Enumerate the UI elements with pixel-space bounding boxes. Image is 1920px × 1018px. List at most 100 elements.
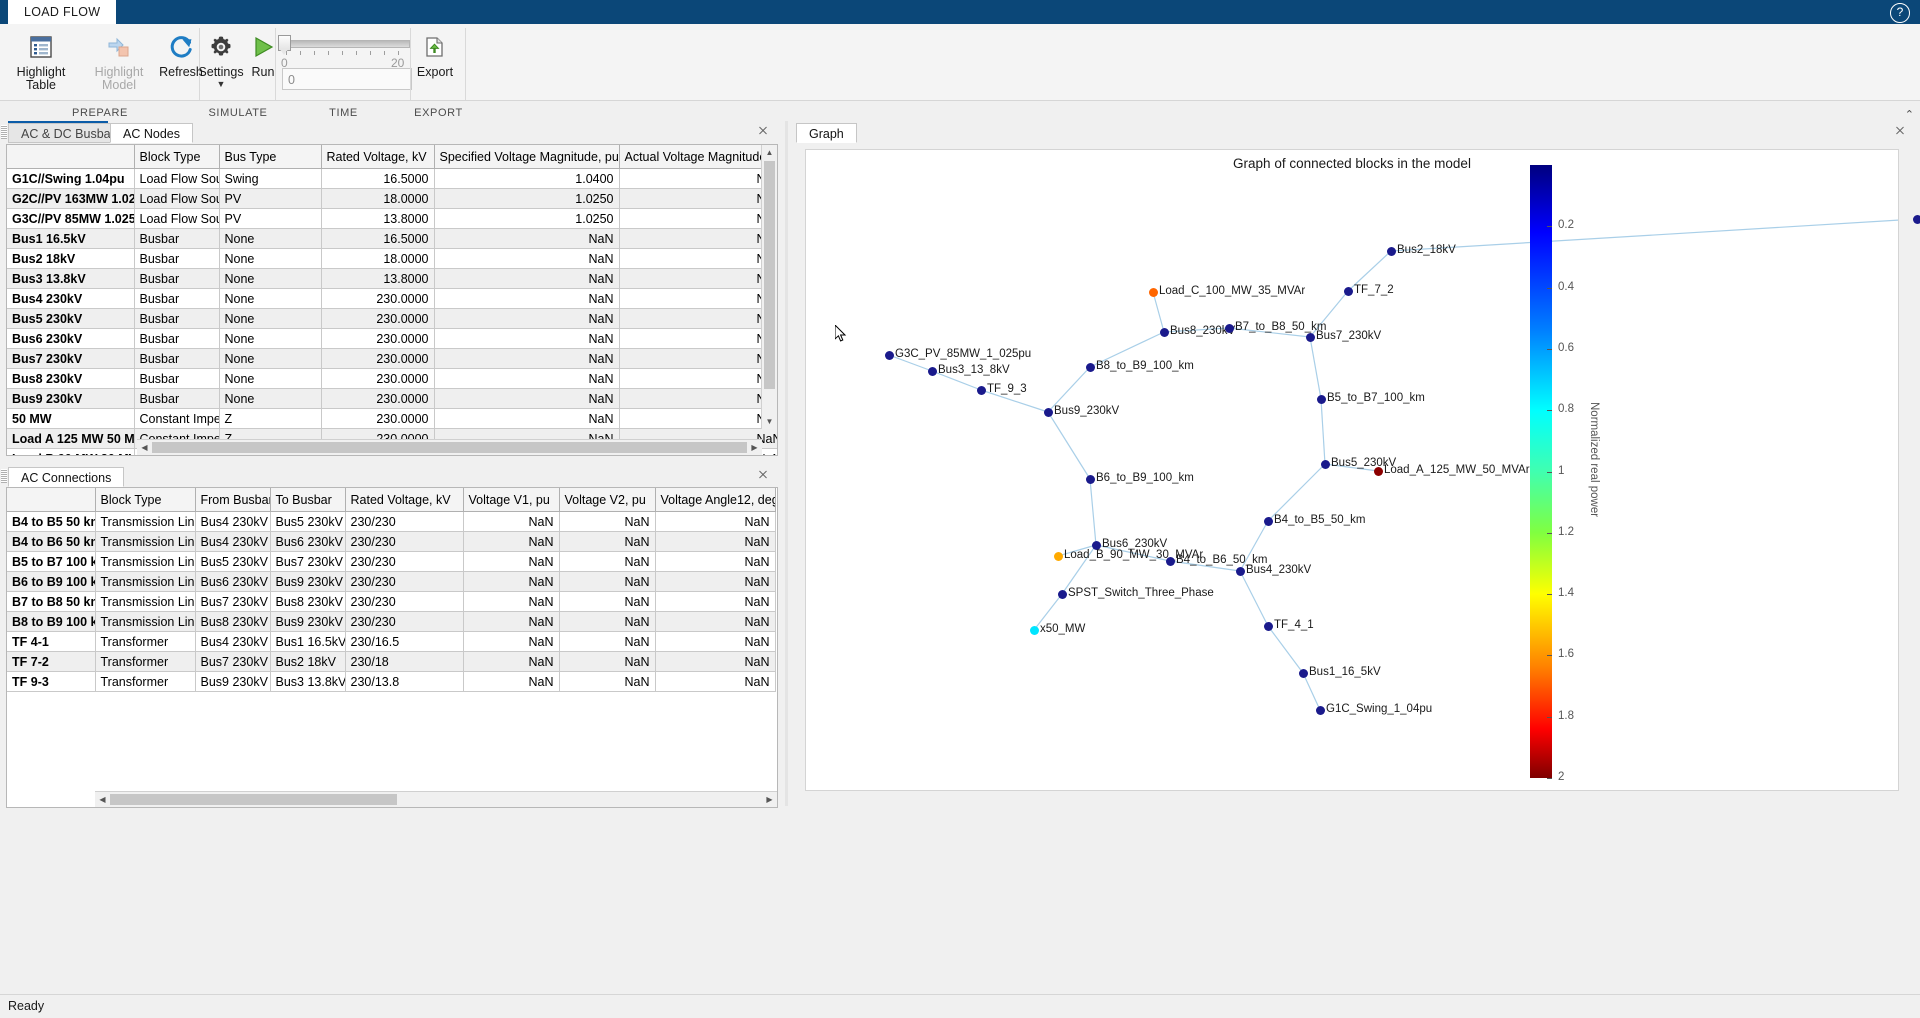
- highlight-table-button[interactable]: Highlight Table: [2, 28, 80, 96]
- column-header[interactable]: Specified Voltage Magnitude, pu: [434, 145, 619, 169]
- table-cell[interactable]: Busbar: [134, 229, 219, 249]
- table-cell[interactable]: Bus8 230kV: [270, 592, 345, 612]
- table-cell[interactable]: 230/16.5: [345, 632, 463, 652]
- table-cell[interactable]: NaN: [463, 632, 559, 652]
- column-header[interactable]: Block Type: [95, 488, 195, 512]
- table-cell[interactable]: Load Flow Source: [134, 189, 219, 209]
- table-cell[interactable]: Load Flow Source: [134, 169, 219, 189]
- table-row[interactable]: Bus4 230kVBusbarNone230.0000NaNNaN: [7, 289, 778, 309]
- close-ac-connections-panel-icon[interactable]: [757, 469, 769, 481]
- table-cell[interactable]: Bus9 230kV: [195, 672, 270, 692]
- table-cell[interactable]: Busbar: [134, 389, 219, 409]
- table-cell[interactable]: NaN: [619, 269, 778, 289]
- table-cell[interactable]: Bus5 230kV: [195, 552, 270, 572]
- graph-node[interactable]: [1166, 557, 1175, 566]
- table-cell[interactable]: NaN: [559, 672, 655, 692]
- graph-node[interactable]: [1236, 567, 1245, 576]
- table-cell[interactable]: NaN: [434, 369, 619, 389]
- table-cell[interactable]: None: [219, 309, 321, 329]
- scroll-right-icon[interactable]: ▶: [747, 440, 762, 455]
- table-cell[interactable]: Bus2 18kV: [270, 652, 345, 672]
- table-cell[interactable]: NaN: [559, 532, 655, 552]
- table-cell[interactable]: None: [219, 229, 321, 249]
- table-cell[interactable]: NaN: [434, 309, 619, 329]
- table-cell[interactable]: NaN: [619, 389, 778, 409]
- table-cell[interactable]: NaN: [559, 652, 655, 672]
- table-cell[interactable]: NaN: [655, 652, 775, 672]
- table-cell[interactable]: Transmission Line: [95, 512, 195, 532]
- table-row[interactable]: B4 to B5 50 kmTransmission LineBus4 230k…: [7, 512, 775, 532]
- table-cell[interactable]: NaN: [463, 572, 559, 592]
- graph-node[interactable]: [928, 367, 937, 376]
- table-cell[interactable]: 18.0000: [321, 189, 434, 209]
- table-cell[interactable]: Bus7 230kV: [270, 552, 345, 572]
- table-cell[interactable]: NaN: [655, 672, 775, 692]
- table-cell[interactable]: 230/230: [345, 592, 463, 612]
- table-cell[interactable]: NaN: [619, 189, 778, 209]
- table-cell[interactable]: Bus6 230kV: [270, 532, 345, 552]
- table-cell[interactable]: Busbar: [134, 269, 219, 289]
- column-header[interactable]: Rated Voltage, kV: [321, 145, 434, 169]
- column-header[interactable]: Rated Voltage, kV: [345, 488, 463, 512]
- table-cell[interactable]: NaN: [655, 572, 775, 592]
- table-cell[interactable]: Bus9 230kV: [270, 572, 345, 592]
- table-row[interactable]: TF 7-2TransformerBus7 230kVBus2 18kV230/…: [7, 652, 775, 672]
- table-cell[interactable]: NaN: [619, 349, 778, 369]
- table-cell[interactable]: Bus7 230kV: [195, 652, 270, 672]
- table-cell[interactable]: 13.8000: [321, 269, 434, 289]
- table-cell[interactable]: Transformer: [95, 672, 195, 692]
- table-cell[interactable]: 1.0250: [434, 209, 619, 229]
- table-cell[interactable]: Busbar: [134, 309, 219, 329]
- table-cell[interactable]: 230.0000: [321, 349, 434, 369]
- table-cell[interactable]: NaN: [434, 269, 619, 289]
- table-cell[interactable]: NaN: [619, 369, 778, 389]
- close-graph-panel-icon[interactable]: [1894, 125, 1906, 137]
- table-cell[interactable]: NaN: [463, 532, 559, 552]
- table-cell[interactable]: 1.0250: [434, 189, 619, 209]
- tab-ac-nodes[interactable]: AC Nodes: [110, 123, 193, 143]
- row-label-cell[interactable]: Bus7 230kV: [7, 349, 134, 369]
- row-label-cell[interactable]: Bus3 13.8kV: [7, 269, 134, 289]
- table-cell[interactable]: None: [219, 249, 321, 269]
- row-label-cell[interactable]: Load A 125 MW 50 MVAr: [7, 429, 134, 449]
- table-cell[interactable]: NaN: [655, 512, 775, 532]
- table-cell[interactable]: 230/13.8: [345, 672, 463, 692]
- table-cell[interactable]: Bus7 230kV: [195, 592, 270, 612]
- row-label-cell[interactable]: Bus2 18kV: [7, 249, 134, 269]
- table-cell[interactable]: Transformer: [95, 632, 195, 652]
- graph-node[interactable]: [1149, 288, 1158, 297]
- table-row[interactable]: Bus7 230kVBusbarNone230.0000NaNNaN: [7, 349, 778, 369]
- table-cell[interactable]: 230/230: [345, 572, 463, 592]
- table-cell[interactable]: NaN: [463, 592, 559, 612]
- column-header[interactable]: Voltage V1, pu: [463, 488, 559, 512]
- help-icon[interactable]: ?: [1890, 3, 1910, 23]
- panel-grip-2[interactable]: [1, 469, 7, 483]
- time-slider[interactable]: 0 20: [278, 32, 408, 62]
- table-row[interactable]: Bus1 16.5kVBusbarNone16.5000NaNNaN: [7, 229, 778, 249]
- row-label-cell[interactable]: Bus1 16.5kV: [7, 229, 134, 249]
- table-cell[interactable]: None: [219, 389, 321, 409]
- table-cell[interactable]: NaN: [559, 632, 655, 652]
- table-cell[interactable]: Busbar: [134, 349, 219, 369]
- table-cell[interactable]: Swing: [219, 169, 321, 189]
- table-row[interactable]: B5 to B7 100 kmTransmission LineBus5 230…: [7, 552, 775, 572]
- table-cell[interactable]: Bus5 230kV: [270, 512, 345, 532]
- table-cell[interactable]: Bus4 230kV: [195, 632, 270, 652]
- ac-nodes-vscroll-thumb[interactable]: [764, 161, 775, 389]
- column-header[interactable]: Voltage V2, pu: [559, 488, 655, 512]
- table-cell[interactable]: NaN: [619, 209, 778, 229]
- table-row[interactable]: Bus2 18kVBusbarNone18.0000NaNNaN: [7, 249, 778, 269]
- table-cell[interactable]: 230/230: [345, 512, 463, 532]
- table-cell[interactable]: Busbar: [134, 249, 219, 269]
- row-label-cell[interactable]: Bus6 230kV: [7, 329, 134, 349]
- graph-node[interactable]: [1225, 324, 1234, 333]
- row-label-cell[interactable]: Load B 90 MW 30 MVAr: [7, 449, 134, 457]
- table-row[interactable]: B6 to B9 100 kmTransmission LineBus6 230…: [7, 572, 775, 592]
- ac-connections-table[interactable]: Block TypeFrom BusbarTo BusbarRated Volt…: [7, 488, 776, 692]
- table-cell[interactable]: NaN: [559, 552, 655, 572]
- settings-button[interactable]: Settings ▼: [196, 28, 246, 96]
- graph-node[interactable]: [1306, 333, 1315, 342]
- time-input[interactable]: 0: [282, 68, 412, 90]
- graph-node[interactable]: [1030, 626, 1039, 635]
- column-header[interactable]: Bus Type: [219, 145, 321, 169]
